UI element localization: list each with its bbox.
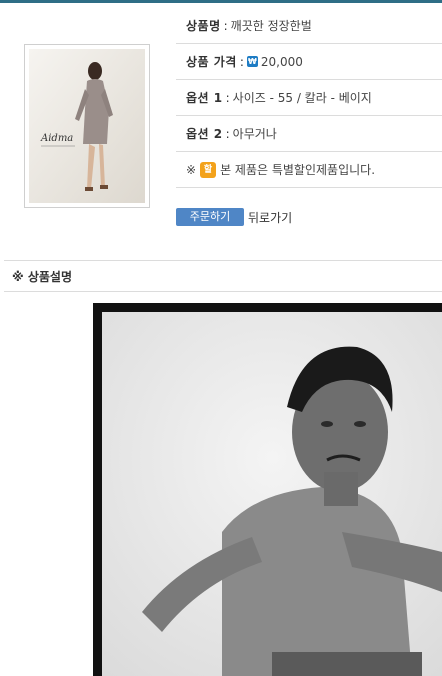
option1-label: 옵션 1 bbox=[186, 91, 223, 105]
product-name-label: 상품명 bbox=[186, 19, 221, 33]
product-price-label: 상품 가격 bbox=[186, 55, 237, 69]
action-buttons: 주문하기 뒤로가기 bbox=[176, 208, 292, 226]
option2-value: 아무거나 bbox=[232, 127, 277, 141]
product-price-row: 상품 가격 : ₩ 20,000 bbox=[176, 44, 442, 80]
notice-prefix: ※ bbox=[186, 162, 197, 177]
product-name-value: 깨끗한 정장한벌 bbox=[230, 19, 312, 33]
separator: : bbox=[225, 90, 230, 105]
order-button[interactable]: 주문하기 bbox=[176, 208, 244, 226]
description-image-frame bbox=[93, 303, 442, 676]
discount-notice-row: ※ 할 본 제품은 특별할인제품입니다. bbox=[176, 152, 442, 188]
product-image: Aidma bbox=[29, 49, 145, 203]
product-thumbnail[interactable]: Aidma bbox=[24, 44, 150, 208]
separator: : bbox=[239, 54, 244, 69]
separator: : bbox=[223, 18, 228, 33]
discount-notice-text: 본 제품은 특별할인제품입니다. bbox=[220, 163, 376, 177]
top-accent-line bbox=[0, 0, 442, 3]
sale-badge-icon: 할 bbox=[200, 161, 217, 178]
option1-value: 사이즈 - 55 / 칼라 - 베이지 bbox=[232, 91, 372, 105]
back-link[interactable]: 뒤로가기 bbox=[248, 209, 292, 226]
option2-label: 옵션 2 bbox=[186, 127, 223, 141]
product-price-value: 20,000 bbox=[260, 54, 303, 69]
description-heading: ※ 상품설명 bbox=[4, 260, 442, 292]
product-name-row: 상품명 : 깨끗한 정장한벌 bbox=[176, 8, 442, 44]
brand-logo-text: Aidma bbox=[40, 133, 73, 144]
separator: : bbox=[225, 126, 230, 141]
option1-row: 옵션 1 : 사이즈 - 55 / 칼라 - 베이지 bbox=[176, 80, 442, 116]
won-icon: ₩ bbox=[246, 56, 258, 67]
option2-row: 옵션 2 : 아무거나 bbox=[176, 116, 442, 152]
description-photo bbox=[102, 312, 442, 676]
product-info: 상품명 : 깨끗한 정장한벌 상품 가격 : ₩ 20,000 옵션 1 : 사… bbox=[176, 8, 442, 188]
